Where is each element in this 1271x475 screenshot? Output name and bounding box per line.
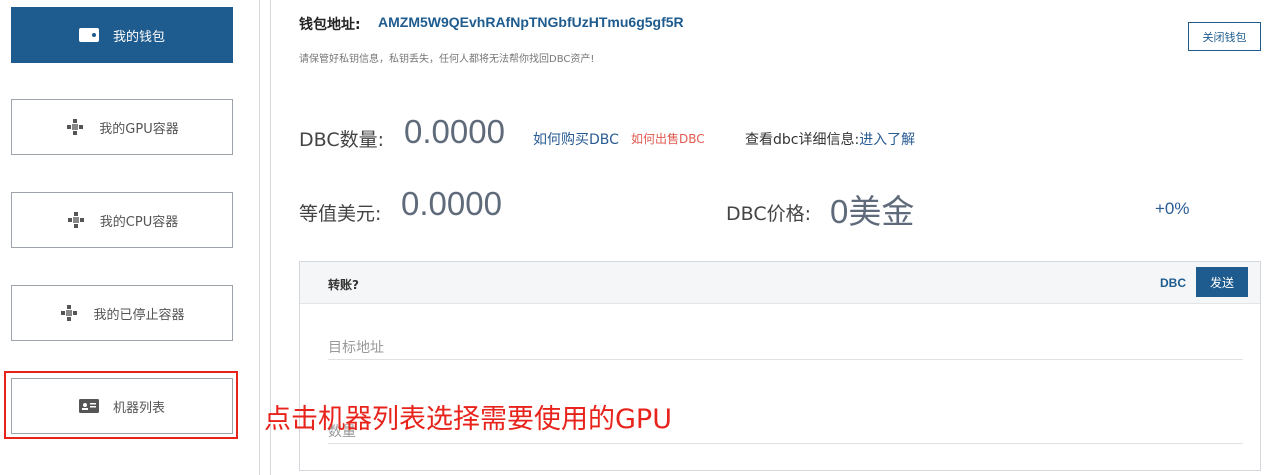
- wallet-address-label: 钱包地址:: [299, 17, 361, 33]
- dbc-detail-link[interactable]: 进入了解: [859, 132, 915, 148]
- dbc-amount-value: 0.0000: [404, 113, 505, 150]
- buy-dbc-link[interactable]: 如何购买DBC: [533, 129, 619, 149]
- dbc-price-label: DBC价格:: [726, 203, 811, 225]
- sidebar-item-label: 我的GPU容器: [99, 121, 179, 137]
- dbc-price-value: 0美金: [830, 193, 915, 230]
- transfer-panel: 转账? DBC 发送: [299, 261, 1261, 471]
- container-icon: [65, 119, 85, 135]
- price-change: +0%: [1155, 199, 1190, 218]
- wallet-address: AMZM5W9QEvhRAfNpTNGbfUzHTmu6g5gf5R: [378, 14, 684, 30]
- highlight-box: [4, 371, 238, 439]
- dbc-detail-info: 查看dbc详细信息:进入了解: [745, 129, 915, 149]
- usd-value-label: 等值美元:: [299, 203, 382, 225]
- sidebar-item-stopped-containers[interactable]: 我的已停止容器: [11, 285, 233, 341]
- sidebar-item-label: 我的CPU容器: [99, 214, 179, 230]
- target-address-input[interactable]: [328, 336, 1243, 360]
- private-key-warning: 请保管好私钥信息，私钥丢失，任何人都将无法帮你找回DBC资产!: [299, 54, 595, 65]
- send-button[interactable]: 发送: [1196, 267, 1248, 297]
- sidebar-item-wallet[interactable]: 我的钱包: [11, 7, 233, 63]
- dbc-detail-prefix: 查看dbc详细信息:: [745, 132, 860, 148]
- wallet-icon: [78, 28, 99, 42]
- sidebar-item-label: 我的已停止容器: [93, 307, 185, 323]
- container-icon: [59, 305, 79, 321]
- instruction-annotation: 点击机器列表选择需要使用的GPU: [264, 404, 672, 435]
- container-icon: [66, 212, 86, 228]
- transfer-title: 转账?: [328, 278, 359, 292]
- dbc-amount-label: DBC数量:: [299, 129, 384, 151]
- sell-dbc-link[interactable]: 如何出售DBC: [631, 130, 705, 147]
- transfer-panel-header: 转账? DBC 发送: [300, 262, 1260, 304]
- transfer-currency: DBC: [1160, 276, 1186, 290]
- sidebar-item-cpu-containers[interactable]: 我的CPU容器: [11, 192, 233, 248]
- usd-value: 0.0000: [401, 185, 502, 222]
- sidebar-item-gpu-containers[interactable]: 我的GPU容器: [11, 99, 233, 155]
- close-wallet-button[interactable]: 关闭钱包: [1188, 22, 1261, 51]
- sidebar-item-label: 我的钱包: [112, 29, 165, 45]
